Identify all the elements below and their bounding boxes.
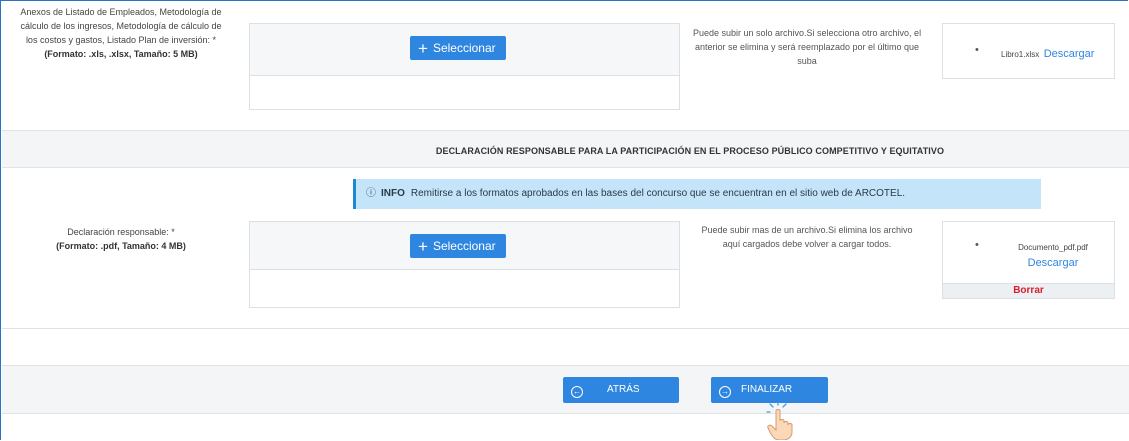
annexes-select-button[interactable]: + Seleccionar xyxy=(410,36,506,60)
annexes-file-entry: Libro1.xlsx Descargar xyxy=(1001,44,1094,62)
declaration-label-text: Declaración responsable: * xyxy=(67,227,175,237)
declaration-section-title: DECLARACIÓN RESPONSABLE PARA LA PARTICIP… xyxy=(435,146,945,156)
divider xyxy=(2,328,1129,329)
finish-button[interactable]: → FINALIZAR xyxy=(711,377,828,403)
info-text: Remitirse a los formatos aprobados en la… xyxy=(410,188,906,199)
annexes-file-name: Libro1.xlsx xyxy=(1001,50,1040,59)
annexes-select-label: Seleccionar xyxy=(432,41,496,55)
declaration-file-entry: Documento_pdf.pdf Descargar xyxy=(1001,239,1105,270)
list-bullet: • xyxy=(975,44,979,56)
info-alert: ⓘ INFO Remitirse a los formatos aprobados … xyxy=(353,179,1041,209)
declaration-upload-note: Puede subir mas de un archivo.Si elimina… xyxy=(701,225,913,249)
declaration-upload-box[interactable]: + Seleccionar xyxy=(249,221,680,308)
plus-icon: + xyxy=(418,39,428,58)
finish-label: FINALIZAR xyxy=(741,384,793,395)
back-label: ATRÁS xyxy=(607,384,640,395)
declaration-file-card: • Documento_pdf.pdf Descargar Borrar xyxy=(942,221,1115,299)
annexes-file-card: • Libro1.xlsx Descargar xyxy=(942,23,1115,79)
declaration-select-label: Seleccionar xyxy=(432,239,496,253)
list-bullet: • xyxy=(975,239,979,251)
declaration-download-link[interactable]: Descargar xyxy=(1028,257,1079,269)
pointer-hand-icon xyxy=(766,402,793,440)
annexes-upload-note: Puede subir un solo archivo.Si seleccion… xyxy=(692,28,922,66)
delete-button[interactable]: Borrar xyxy=(943,283,1114,298)
info-label: INFO xyxy=(381,188,405,199)
annexes-format: (Formato: .xls, .xlsx, Tamaño: 5 MB) xyxy=(44,49,198,59)
plus-icon: + xyxy=(418,237,428,256)
declaration-select-button[interactable]: + Seleccionar xyxy=(410,234,506,258)
declaration-format: (Formato: .pdf, Tamaño: 4 MB) xyxy=(56,241,186,251)
annexes-download-link[interactable]: Descargar xyxy=(1044,48,1095,60)
annexes-label: Anexos de Listado de Empleados, Metodolo… xyxy=(14,5,228,61)
annexes-upload-box[interactable]: + Seleccionar xyxy=(249,23,680,110)
divider xyxy=(2,413,1129,414)
annexes-label-text: Anexos de Listado de Empleados, Metodolo… xyxy=(20,7,222,45)
info-circle-icon: ⓘ xyxy=(366,188,376,199)
arrow-right-circle-icon: → xyxy=(719,386,731,398)
declaration-label: Declaración responsable: * (Formato: .pd… xyxy=(14,225,228,253)
declaration-file-name: Documento_pdf.pdf xyxy=(1018,243,1088,252)
divider xyxy=(2,167,1129,168)
arrow-left-circle-icon: ← xyxy=(571,386,583,398)
back-button[interactable]: ← ATRÁS xyxy=(563,377,679,403)
